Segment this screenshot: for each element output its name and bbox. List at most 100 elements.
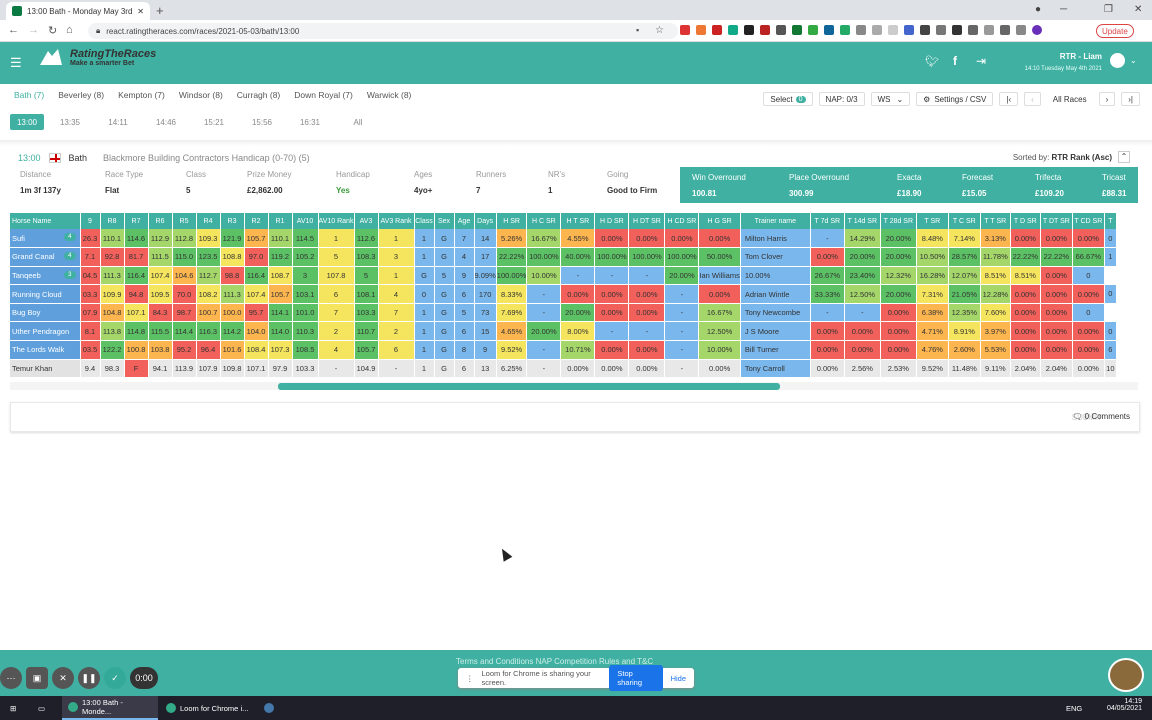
extension-icon[interactable] [952, 25, 962, 35]
profile-dot-icon[interactable]: ● [1035, 4, 1041, 15]
extension-icon[interactable] [744, 25, 754, 35]
windows-start-icon[interactable]: ⊞ [4, 696, 22, 720]
tab-close-icon[interactable]: ✕ [137, 7, 144, 16]
loom-pause-icon[interactable]: ❚❚ [78, 667, 100, 689]
tab-race-time[interactable]: 15:56 [240, 114, 284, 130]
bookmark-star-icon[interactable]: ☆ [655, 25, 664, 36]
extension-icon[interactable] [856, 25, 866, 35]
collapse-chevron-up-icon[interactable]: ⌃ [1118, 151, 1130, 163]
column-header[interactable]: H CD SR [664, 213, 700, 229]
forward-icon[interactable]: → [28, 24, 39, 36]
language-indicator[interactable]: ENG [1060, 696, 1088, 720]
restore-icon[interactable]: ❐ [1104, 4, 1113, 15]
column-header[interactable]: T [1104, 213, 1117, 229]
extension-icon[interactable] [840, 25, 850, 35]
column-header[interactable]: T CD SR [1072, 213, 1105, 229]
column-header[interactable]: Sex [434, 213, 455, 229]
chevron-down-icon[interactable]: ⌄ [1130, 56, 1137, 65]
tab-race-time[interactable]: 13:00 [10, 114, 44, 130]
horse-name[interactable]: Grand Canal [12, 252, 55, 261]
media-icon[interactable] [1016, 25, 1026, 35]
horse-name[interactable]: Temur Khan [12, 364, 52, 373]
extension-icon[interactable] [776, 25, 786, 35]
column-header[interactable]: Trainer name [740, 213, 811, 229]
column-header[interactable]: T T SR [980, 213, 1011, 229]
user-avatar-icon[interactable] [1110, 53, 1125, 68]
column-header[interactable]: T D SR [1010, 213, 1041, 229]
tab-race-time[interactable]: 15:21 [192, 114, 236, 130]
taskbar-loom-window[interactable]: Loom for Chrome i... [160, 696, 256, 720]
table-row[interactable]: Uther Pendragon 8.1 113.8 114.8 115.5 114.4 11… [10, 321, 1117, 342]
column-header[interactable]: R4 [196, 213, 221, 229]
tab-race-time[interactable]: 16:31 [288, 114, 332, 130]
extension-icon[interactable] [760, 25, 770, 35]
column-header[interactable]: H DT SR [628, 213, 666, 229]
table-row[interactable]: The Lords Walk 03.5 122.2 100.8 103.8 95.2 96.… [10, 340, 1117, 360]
column-header[interactable]: R3 [220, 213, 245, 229]
extension-icon[interactable] [728, 25, 738, 35]
extension-icon[interactable] [872, 25, 882, 35]
tab-race-time[interactable]: 13:35 [48, 114, 92, 130]
extension-icon[interactable] [920, 25, 930, 35]
horse-name[interactable]: Tanqeeb [12, 271, 41, 280]
horse-name[interactable]: Bug Boy [12, 308, 40, 317]
back-icon[interactable]: ← [8, 24, 19, 36]
table-row[interactable]: Grand Canal 4 7.1 92.8 81.7 111.5 115.0 123.5 10… [10, 247, 1117, 267]
extension-icon[interactable] [808, 25, 818, 35]
tab-meeting[interactable]: Down Royal (7) [294, 90, 353, 100]
all-races-button[interactable]: All Races [1046, 92, 1093, 106]
table-row[interactable]: Bug Boy 07.9 104.8 107.1 84.3 98.7 100.7 100.0 9… [10, 303, 1116, 323]
minimize-icon[interactable]: ─ [1060, 4, 1067, 15]
table-row[interactable]: Sufi 4 26.3 110.1 114.6 112.9 112.8 109.3 121.9 1… [10, 229, 1117, 249]
column-header[interactable]: Age [454, 213, 475, 229]
column-header[interactable]: AV10 Rank [318, 213, 355, 229]
last-race-button[interactable]: ›| [1121, 92, 1140, 106]
settings-csv-button[interactable]: ⚙ Settings / CSV [916, 92, 994, 106]
task-view-icon[interactable]: ▭ [32, 696, 51, 720]
loom-camera-icon[interactable]: ▣ [26, 667, 48, 689]
tab-meeting[interactable]: Bath (7) [14, 90, 44, 100]
hamburger-menu-icon[interactable]: ☰ [10, 55, 22, 71]
taskbar-clock[interactable]: 14:19 04/05/2021 [1107, 698, 1142, 712]
new-tab-icon[interactable]: + [156, 3, 164, 18]
extension-icon[interactable] [792, 25, 802, 35]
next-race-button[interactable]: › [1098, 92, 1116, 106]
puzzle-icon[interactable] [1000, 25, 1010, 35]
horse-name-cell[interactable]: Bug Boy [10, 303, 81, 323]
comments-toggle[interactable]: 🗨︎ 0 Comments [1072, 412, 1130, 421]
horse-name[interactable]: The Lords Walk [12, 345, 64, 354]
column-header[interactable]: T DT SR [1040, 213, 1073, 229]
table-row[interactable]: Running Cloud 03.3 109.9 94.8 109.5 70.0 108.2… [10, 284, 1117, 304]
column-header[interactable]: T 28d SR [880, 213, 917, 229]
horse-name[interactable]: Uther Pendragon [12, 327, 69, 336]
column-header[interactable]: Class [414, 213, 435, 229]
column-header[interactable]: Horse Name [10, 213, 81, 229]
logo[interactable]: RatingTheRaces Make a smarter Bet [38, 47, 156, 67]
horse-name-cell[interactable]: Running Cloud [10, 284, 81, 304]
tab-meeting[interactable]: Kempton (7) [118, 90, 165, 100]
taskbar-chrome-window[interactable]: 13:00 Bath - Monde... [62, 696, 158, 720]
column-header[interactable]: T SR [916, 213, 949, 229]
extension-icon[interactable] [936, 25, 946, 35]
column-header[interactable]: T 14d SR [844, 213, 881, 229]
twitter-icon[interactable]: 🐦︎ [925, 55, 939, 68]
extension-icon[interactable] [680, 25, 690, 35]
column-header[interactable]: 9 [80, 213, 101, 229]
loom-avatar[interactable] [1108, 658, 1144, 692]
scrollbar-thumb[interactable] [278, 383, 780, 390]
table-row[interactable]: Tanqeeb 3 04.5 111.3 116.4 107.4 104.6 112.7 98.… [10, 266, 1116, 286]
sorted-by[interactable]: Sorted by: RTR Rank (Asc) [1013, 153, 1112, 162]
column-header[interactable]: H SR [496, 213, 528, 229]
table-row[interactable]: Temur Khan 9.4 98.3 F 94.1 113.9 107.9 109.8 107… [10, 359, 1117, 379]
column-header[interactable]: R1 [268, 213, 293, 229]
home-icon[interactable]: ⌂ [66, 24, 73, 36]
column-header[interactable]: AV3 [354, 213, 379, 229]
column-header[interactable]: T 7d SR [810, 213, 845, 229]
tab-meeting[interactable]: Curragh (8) [237, 90, 280, 100]
extension-icon[interactable] [904, 25, 914, 35]
edge-icon[interactable] [258, 696, 280, 720]
horse-name[interactable]: Sufi [12, 234, 25, 243]
reload-icon[interactable]: ↻ [48, 24, 57, 37]
extension-icon[interactable] [712, 25, 722, 35]
ratings-table[interactable]: Horse Name 9 R8 R7 R6 R5 R4 R3 R2 R1 AV10 AV10 Rank… [10, 213, 1138, 381]
